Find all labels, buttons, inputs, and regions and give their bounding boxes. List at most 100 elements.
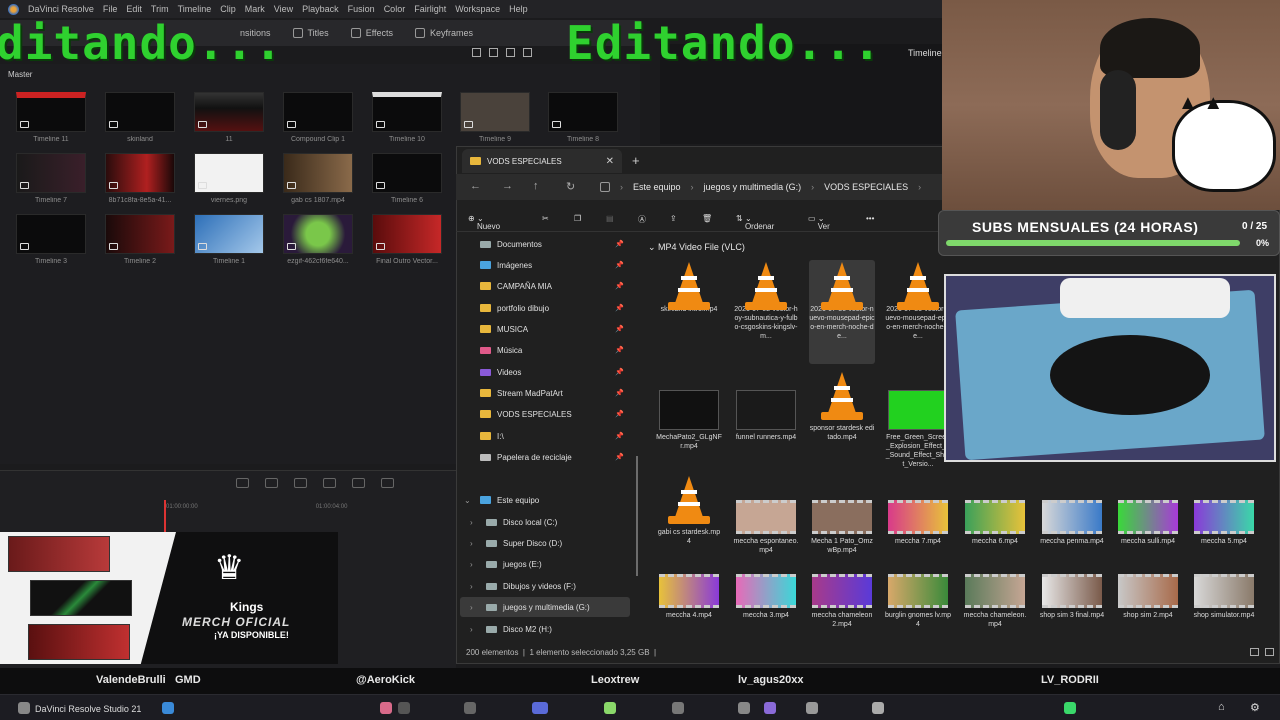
app-taskbar-icon[interactable] — [672, 702, 684, 714]
media-clip[interactable]: ezgif-462cf6fe640... — [283, 214, 353, 265]
trim-tool-icon[interactable] — [265, 478, 278, 488]
forward-icon[interactable]: → — [502, 180, 513, 192]
more-options-icon[interactable]: ••• — [866, 214, 874, 223]
file-item[interactable]: Mecha 1 Pato_OmzwBp.mp4 — [809, 496, 875, 555]
media-clip[interactable]: 11 — [194, 92, 264, 143]
media-clip[interactable]: Timeline 1 — [194, 214, 264, 265]
nav-item-videos[interactable]: Videos 📌 — [460, 362, 630, 382]
effects-button[interactable]: Effects — [350, 28, 393, 38]
gear-icon[interactable]: ⚙ — [1250, 701, 1260, 714]
sort-icon[interactable] — [506, 48, 515, 57]
file-item[interactable]: 2026-07-30-vector-nuevo-mousepad-epico-e… — [809, 260, 875, 364]
delete-icon[interactable]: 🗑 — [702, 214, 712, 223]
list-view-icon[interactable] — [472, 48, 481, 57]
file-item[interactable]: meccha 4.mp4 — [656, 570, 722, 620]
app-taskbar-icon[interactable] — [162, 702, 174, 714]
menu-file[interactable]: File — [103, 4, 118, 14]
file-item[interactable]: shop sim 2.mp4 — [1115, 570, 1181, 620]
file-item[interactable]: shop simulator.mp4 — [1191, 570, 1257, 620]
breadcrumb-item[interactable]: Este equipo — [633, 182, 681, 192]
menu-mark[interactable]: Mark — [245, 4, 265, 14]
file-item[interactable]: meccha penma.mp4 — [1039, 496, 1105, 546]
nav-item-drive-h[interactable]: › Disco M2 (H:) — [460, 619, 630, 639]
explorer-tab[interactable]: VODS ESPECIALES ✕ — [462, 149, 622, 173]
home-icon[interactable]: ⌂ — [1218, 701, 1225, 713]
chevron-right-icon[interactable]: › — [470, 582, 480, 591]
breadcrumb-item[interactable]: VODS ESPECIALES — [824, 182, 908, 192]
menu-clip[interactable]: Clip — [220, 4, 236, 14]
media-clip[interactable]: Compound Clip 1 — [283, 92, 353, 143]
back-icon[interactable]: ← — [470, 180, 481, 192]
file-item[interactable]: skinland intro.mp4 — [656, 262, 722, 314]
media-clip[interactable]: Timeline 9 — [460, 92, 530, 143]
menu-timeline[interactable]: Timeline — [178, 4, 212, 14]
file-item[interactable]: meccha 5.mp4 — [1191, 496, 1257, 546]
select-tool-icon[interactable] — [236, 478, 249, 488]
up-icon[interactable]: ↑ — [533, 180, 539, 192]
file-item[interactable]: meccha 7.mp4 — [885, 496, 951, 546]
file-group-header[interactable]: ⌄ MP4 Video File (VLC) — [648, 242, 745, 253]
menu-workspace[interactable]: Workspace — [455, 4, 500, 14]
nav-scrollbar[interactable] — [636, 456, 638, 576]
new-tab-icon[interactable]: + — [632, 153, 640, 168]
rename-icon[interactable]: Ⓐ — [638, 214, 646, 225]
insert-clip-icon[interactable] — [323, 478, 336, 488]
media-clip[interactable]: Timeline 6 — [372, 153, 442, 204]
close-tab-icon[interactable]: ✕ — [606, 156, 614, 167]
chevron-right-icon[interactable]: › — [470, 560, 480, 569]
app-taskbar-icon[interactable] — [764, 702, 776, 714]
nav-item-documentos[interactable]: Documentos 📌 — [460, 234, 630, 254]
file-item[interactable]: meccha chameleon.mp4 — [962, 570, 1028, 629]
file-item[interactable]: funnel runners.mp4 — [733, 390, 799, 442]
nav-item-este-equipo[interactable]: ⌄ Este equipo — [460, 490, 630, 510]
menu-view[interactable]: View — [274, 4, 293, 14]
nav-item-musica-folder[interactable]: MUSICA 📌 — [460, 319, 630, 339]
app-taskbar-icon[interactable] — [380, 702, 392, 714]
replace-clip-icon[interactable] — [381, 478, 394, 488]
media-clip[interactable]: Timeline 10 — [372, 92, 442, 143]
media-clip[interactable]: 8b71c8fa-8e5a-41... — [105, 153, 175, 204]
obs-taskbar-icon[interactable] — [464, 702, 476, 714]
file-item[interactable]: burglin gnomes lv.mp4 — [885, 570, 951, 629]
overwrite-clip-icon[interactable] — [352, 478, 365, 488]
file-item[interactable]: meccha chameleon 2.mp4 — [809, 570, 875, 629]
file-item[interactable]: shop sim 3 final.mp4 — [1039, 570, 1105, 620]
resolve-taskbar-icon[interactable] — [18, 702, 30, 714]
media-clip[interactable]: Timeline 11 — [16, 92, 86, 143]
refresh-icon[interactable]: ↻ — [566, 180, 575, 193]
app-taskbar-icon[interactable] — [1064, 702, 1076, 714]
file-item[interactable]: MechaPato2_GLgNFr.mp4 — [656, 390, 722, 451]
keyframes-button[interactable]: Keyframes — [415, 28, 473, 38]
media-clip[interactable]: gab cs 1807.mp4 — [283, 153, 353, 204]
nav-item-drive-d[interactable]: › Super Disco (D:) — [460, 533, 630, 553]
chevron-right-icon[interactable]: › — [470, 625, 480, 634]
nav-item-drive-c[interactable]: › Disco local (C:) — [460, 512, 630, 532]
view-button[interactable]: ▭ Ver ⌄ — [808, 214, 830, 231]
media-clip[interactable]: Timeline 3 — [16, 214, 86, 265]
menu-help[interactable]: Help — [509, 4, 528, 14]
blade-tool-icon[interactable] — [294, 478, 307, 488]
media-clip[interactable]: Final Outro Vector... — [372, 214, 442, 265]
titles-button[interactable]: Titles — [292, 28, 329, 38]
app-taskbar-icon[interactable] — [872, 702, 884, 714]
new-button[interactable]: ⊕ Nuevo ⌄ — [468, 214, 500, 231]
tiles-view-icon[interactable] — [1265, 648, 1274, 656]
media-clip[interactable]: Timeline 8 — [548, 92, 618, 143]
media-clip[interactable]: Timeline 7 — [16, 153, 86, 204]
menu-fairlight[interactable]: Fairlight — [414, 4, 446, 14]
nav-item-campana[interactable]: CAMPAÑA MIA 📌 — [460, 276, 630, 296]
media-clip[interactable]: viernes.png — [194, 153, 264, 204]
cut-icon[interactable]: ✂ — [542, 214, 549, 223]
media-clip[interactable]: Timeline 2 — [105, 214, 175, 265]
file-item[interactable]: 2026-07-30-vector-nuevo-mousepad-epico-e… — [885, 262, 951, 341]
file-item[interactable]: sponsor stardesk editado.mp4 — [809, 372, 875, 442]
nav-item-i-drive[interactable]: I:\ 📌 — [460, 426, 630, 446]
file-item[interactable]: meccha sulli.mp4 — [1115, 496, 1181, 546]
menu-edit[interactable]: Edit — [126, 4, 142, 14]
nav-item-portfolio[interactable]: portfolio dibujo 📌 — [460, 298, 630, 318]
file-item[interactable]: gabi cs stardesk.mp4 — [656, 476, 722, 546]
file-item[interactable]: meccha espontaneo.mp4 — [733, 496, 799, 555]
app-taskbar-icon[interactable] — [604, 702, 616, 714]
breadcrumb-item[interactable]: juegos y multimedia (G:) — [704, 182, 802, 192]
address-bar[interactable]: › Este equipo › juegos y multimedia (G:)… — [594, 178, 940, 196]
